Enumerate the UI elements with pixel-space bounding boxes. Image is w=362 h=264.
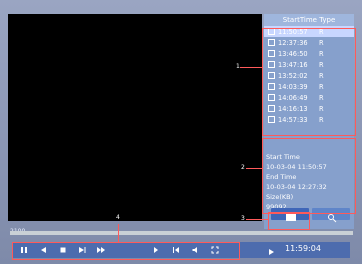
callout-line-1 [240,67,262,68]
callout-number-2: 2 [241,164,245,171]
type-column-header: Type [319,16,336,24]
play-button[interactable] [265,243,277,255]
record-list-header: StartTime Type [264,14,354,26]
callout-line-3 [246,219,268,220]
play-icon [269,249,274,255]
playback-timeline[interactable] [10,231,353,235]
callout-box-2 [262,138,356,214]
video-display [8,14,262,221]
callout-number-3: 3 [241,215,245,222]
callout-number-1: 1 [236,63,240,70]
callout-box-4 [12,242,240,260]
callout-number-4: 4 [116,214,120,221]
callout-box-3 [268,212,310,230]
callout-box-1 [262,28,356,136]
playback-window: StartTime Type 11:50:57 R 12:37:36 R 13:… [0,0,362,264]
callout-line-2 [246,168,262,169]
start-time-column-header: StartTime [282,16,317,24]
playback-clock: 11:59:04 [285,244,321,253]
callout-line-4 [118,224,119,242]
